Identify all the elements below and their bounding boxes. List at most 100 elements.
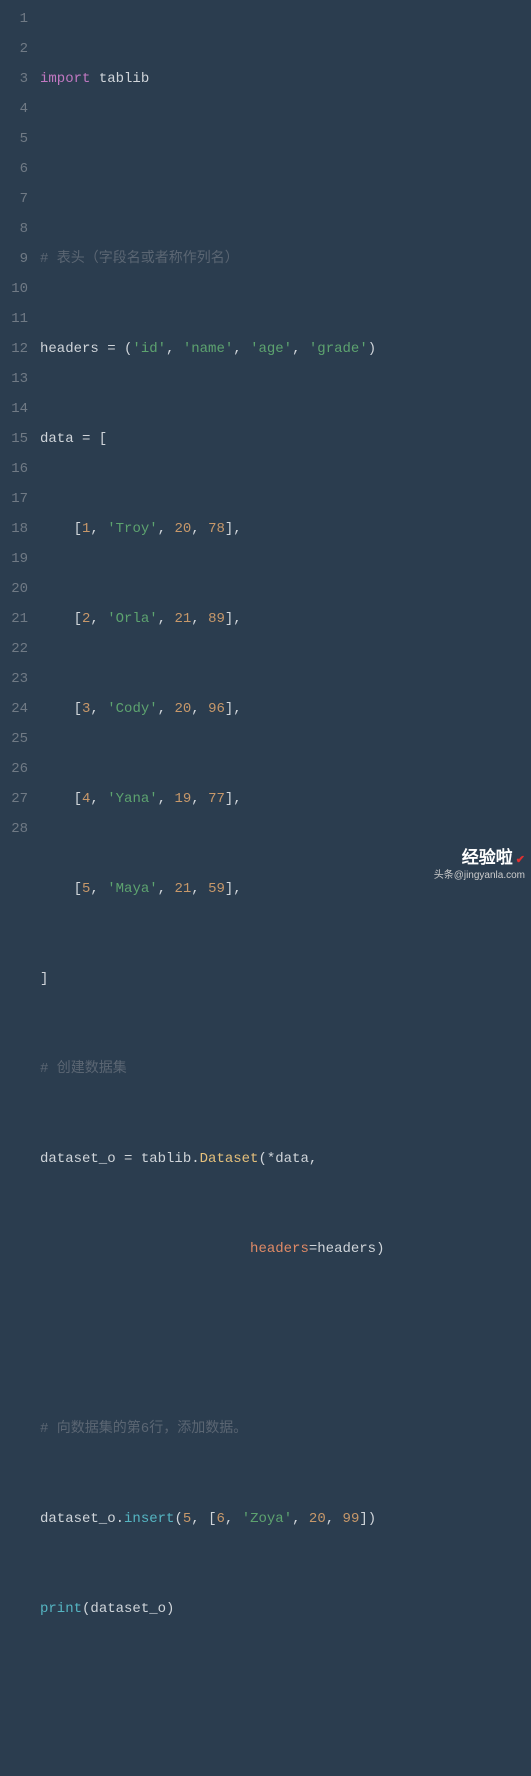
code-text: ,	[191, 611, 208, 627]
code-text: ,	[292, 1511, 309, 1527]
keyword-import: import	[40, 71, 90, 87]
code-line: # 执行上述代码，输出结果为:	[40, 1774, 531, 1776]
line-number: 23	[0, 664, 28, 694]
code-line: [3, 'Cody', 20, 96],	[40, 694, 531, 724]
line-number: 20	[0, 574, 28, 604]
line-number: 3	[0, 64, 28, 94]
code-text: =headers)	[309, 1241, 385, 1257]
code-text: [	[74, 521, 82, 537]
code-line	[40, 154, 531, 184]
code-line: ]	[40, 964, 531, 994]
string-literal: 'Yana'	[107, 791, 157, 807]
line-number: 10	[0, 274, 28, 304]
code-text: ,	[191, 881, 208, 897]
code-text: ,	[158, 611, 175, 627]
code-text: ,	[191, 1511, 208, 1527]
line-number: 7	[0, 184, 28, 214]
code-text: ],	[225, 881, 242, 897]
code-text: )	[368, 341, 376, 357]
code-line: # 向数据集的第6行，添加数据。	[40, 1414, 531, 1444]
code-text: ,	[90, 881, 107, 897]
watermark-sub: 头条@jingyanla.com	[434, 869, 525, 882]
code-text: ,	[191, 701, 208, 717]
code-text: [	[208, 1511, 216, 1527]
code-text: [	[74, 611, 82, 627]
comment: # 创建数据集	[40, 1061, 127, 1077]
code-text: ,	[326, 1511, 343, 1527]
line-number: 16	[0, 454, 28, 484]
code-editor: 1 2 3 4 5 6 7 8 9 10 11 12 13 14 15 16 1…	[0, 0, 531, 888]
number-literal: 20	[309, 1511, 326, 1527]
string-literal: 'Cody'	[107, 701, 157, 717]
code-line: # 创建数据集	[40, 1054, 531, 1084]
code-line: [4, 'Yana', 19, 77],	[40, 784, 531, 814]
line-number: 1	[0, 4, 28, 34]
comment: # 表头（字段名或者称作列名）	[40, 251, 239, 267]
code-line: # 表头（字段名或者称作列名）	[40, 244, 531, 274]
line-number-gutter: 1 2 3 4 5 6 7 8 9 10 11 12 13 14 15 16 1…	[0, 0, 40, 888]
string-literal: 'Maya'	[107, 881, 157, 897]
line-number: 22	[0, 634, 28, 664]
module-name: tablib	[99, 71, 149, 87]
number-literal: 96	[208, 701, 225, 717]
code-text: ,	[233, 341, 250, 357]
code-text: ,	[191, 791, 208, 807]
code-text: data = [	[40, 431, 107, 447]
code-line: data = [	[40, 424, 531, 454]
code-line: dataset_o.insert(5, [6, 'Zoya', 20, 99])	[40, 1504, 531, 1534]
line-number: 17	[0, 484, 28, 514]
watermark-main: 经验啦 ✔	[434, 847, 525, 869]
code-text: ,	[191, 521, 208, 537]
number-literal: 21	[174, 611, 191, 627]
line-number: 26	[0, 754, 28, 784]
code-text: ,	[90, 521, 107, 537]
watermark: 经验啦 ✔ 头条@jingyanla.com	[434, 847, 525, 882]
comment: # 向数据集的第6行，添加数据。	[40, 1421, 247, 1437]
string-literal: 'id'	[132, 341, 166, 357]
code-text: ],	[225, 701, 242, 717]
code-line: [1, 'Troy', 20, 78],	[40, 514, 531, 544]
code-text: [	[74, 881, 82, 897]
code-text: ,	[158, 791, 175, 807]
code-text: dataset_o.	[40, 1511, 124, 1527]
string-literal: 'age'	[250, 341, 292, 357]
code-text: dataset_o = tablib.	[40, 1151, 200, 1167]
line-number: 25	[0, 724, 28, 754]
class-name: Dataset	[200, 1151, 259, 1167]
string-literal: 'Troy'	[107, 521, 157, 537]
line-number: 9	[0, 244, 28, 274]
number-literal: 20	[174, 701, 191, 717]
code-text: ,	[166, 341, 183, 357]
line-number: 28	[0, 814, 28, 844]
code-text: ,	[158, 881, 175, 897]
line-number: 8	[0, 214, 28, 244]
code-text: ,	[90, 791, 107, 807]
code-line: dataset_o = tablib.Dataset(*data,	[40, 1144, 531, 1174]
code-text: [	[74, 701, 82, 717]
code-line: import tablib	[40, 64, 531, 94]
code-text: ,	[158, 701, 175, 717]
code-text: ,	[158, 521, 175, 537]
function-call: insert	[124, 1511, 174, 1527]
line-number: 4	[0, 94, 28, 124]
line-number: 21	[0, 604, 28, 634]
code-text: (*data,	[258, 1151, 317, 1167]
code-text	[40, 1241, 250, 1257]
code-text: [	[74, 791, 82, 807]
code-text: ],	[225, 611, 242, 627]
line-number: 11	[0, 304, 28, 334]
code-text: ,	[90, 701, 107, 717]
watermark-text: 经验啦	[462, 848, 513, 867]
code-line: print(dataset_o)	[40, 1594, 531, 1624]
number-literal: 78	[208, 521, 225, 537]
code-text: (	[174, 1511, 182, 1527]
string-literal: 'name'	[183, 341, 233, 357]
kwarg-name: headers	[250, 1241, 309, 1257]
line-number: 14	[0, 394, 28, 424]
function-call: print	[40, 1601, 82, 1617]
code-text: (dataset_o)	[82, 1601, 174, 1617]
code-line: [2, 'Orla', 21, 89],	[40, 604, 531, 634]
number-literal: 77	[208, 791, 225, 807]
code-text: ],	[225, 521, 242, 537]
line-number: 5	[0, 124, 28, 154]
